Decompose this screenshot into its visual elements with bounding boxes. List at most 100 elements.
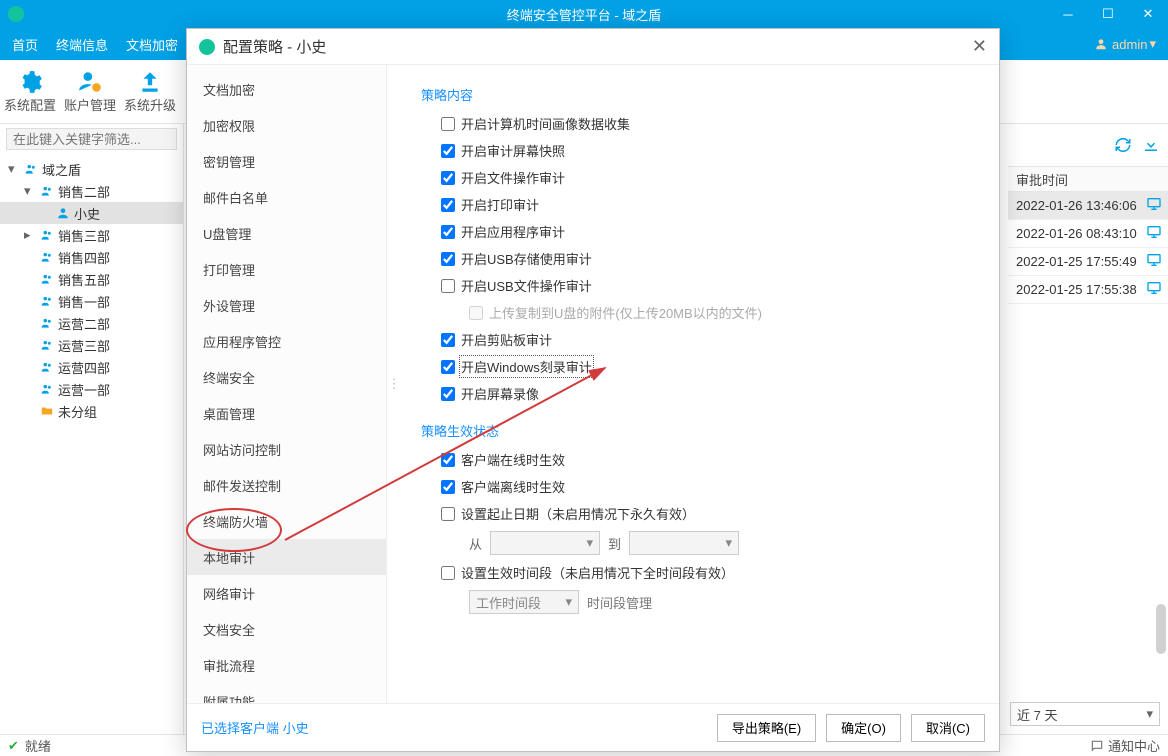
policy-checkbox[interactable]: 开启文件操作审计 xyxy=(441,168,979,187)
app-logo xyxy=(8,6,24,22)
date-from-select[interactable]: ▾ xyxy=(490,531,600,555)
monitor-icon[interactable] xyxy=(1146,280,1162,299)
dialog-logo xyxy=(199,39,215,55)
selected-client-label: 已选择客户端 小史 xyxy=(201,718,309,737)
policy-checkbox: 上传复制到U盘的附件(仅上传20MB以内的文件) xyxy=(469,303,979,322)
policy-checkbox[interactable]: 开启屏幕录像 xyxy=(441,384,979,403)
table-row[interactable]: 2022-01-25 17:55:49 xyxy=(1008,248,1168,276)
policy-checkbox[interactable]: 开启USB存储使用审计 xyxy=(441,249,979,268)
section-policy-content: 策略内容 xyxy=(421,85,979,104)
maximize-button[interactable]: ☐ xyxy=(1088,0,1128,28)
category-item[interactable]: 打印管理 xyxy=(187,251,386,287)
minimize-button[interactable]: ─ xyxy=(1048,0,1088,28)
close-button[interactable]: ✕ xyxy=(1128,0,1168,28)
org-tree[interactable]: ▾域之盾▾销售二部小史▸销售三部销售四部销售五部销售一部运营二部运营三部运营四部… xyxy=(0,154,183,734)
policy-checkbox[interactable]: 开启应用程序审计 xyxy=(441,222,979,241)
category-item[interactable]: 邮件白名单 xyxy=(187,179,386,215)
tool-system-config[interactable]: 系统配置 xyxy=(0,60,60,123)
status-text: 就绪 xyxy=(25,736,51,755)
monitor-icon[interactable] xyxy=(1146,196,1162,215)
user-icon xyxy=(1094,37,1108,51)
category-item[interactable]: 网络审计 xyxy=(187,575,386,611)
category-item[interactable]: 网站访问控制 xyxy=(187,431,386,467)
policy-config-dialog: 配置策略 - 小史 ✕ 文档加密加密权限密钥管理邮件白名单U盘管理打印管理外设管… xyxy=(186,28,1000,752)
tree-node[interactable]: 运营四部 xyxy=(0,356,183,378)
tree-node[interactable]: 运营二部 xyxy=(0,312,183,334)
user-gear-icon xyxy=(77,69,103,95)
tree-node[interactable]: 销售五部 xyxy=(0,268,183,290)
dialog-titlebar: 配置策略 - 小史 ✕ xyxy=(187,29,999,65)
export-policy-button[interactable]: 导出策略(E) xyxy=(717,714,816,742)
category-item[interactable]: 终端安全 xyxy=(187,359,386,395)
tree-filter-input[interactable] xyxy=(6,128,177,150)
policy-checkbox[interactable]: 设置生效时间段（未启用情况下全时间段有效） xyxy=(441,563,979,582)
category-item[interactable]: 密钥管理 xyxy=(187,143,386,179)
policy-checkbox[interactable]: 开启审计屏幕快照 xyxy=(441,141,979,160)
category-item[interactable]: 邮件发送控制 xyxy=(187,467,386,503)
date-to-select[interactable]: ▾ xyxy=(629,531,739,555)
table-row[interactable]: 2022-01-26 13:46:06 xyxy=(1008,192,1168,220)
scrollbar[interactable] xyxy=(1156,604,1166,654)
category-item[interactable]: 文档安全 xyxy=(187,611,386,647)
download-icon[interactable] xyxy=(1142,136,1160,157)
tree-node[interactable]: 未分组 xyxy=(0,400,183,422)
refresh-icon[interactable] xyxy=(1114,136,1132,157)
policy-checkbox[interactable]: 开启打印审计 xyxy=(441,195,979,214)
tree-node[interactable]: 销售四部 xyxy=(0,246,183,268)
policy-checkbox[interactable]: 开启USB文件操作审计 xyxy=(441,276,979,295)
cancel-button[interactable]: 取消(C) xyxy=(911,714,985,742)
table-row[interactable]: 2022-01-26 08:43:10 xyxy=(1008,220,1168,248)
category-item[interactable]: 终端防火墙 xyxy=(187,503,386,539)
drag-handle-icon[interactable]: ⋮ xyxy=(387,65,401,703)
sidebar: ▾域之盾▾销售二部小史▸销售三部销售四部销售五部销售一部运营二部运营三部运营四部… xyxy=(0,124,184,734)
category-item[interactable]: 本地审计 xyxy=(187,539,386,575)
chevron-down-icon: ▾ xyxy=(1149,36,1156,52)
admin-account[interactable]: admin ▾ xyxy=(1094,36,1156,52)
work-period-select[interactable]: 工作时间段▾ xyxy=(469,590,579,614)
check-icon: ✔ xyxy=(8,738,19,754)
category-item[interactable]: 加密权限 xyxy=(187,107,386,143)
menu-doc-encrypt[interactable]: 文档加密 xyxy=(126,35,178,54)
policy-checkbox[interactable]: 开启剪贴板审计 xyxy=(441,330,979,349)
monitor-icon[interactable] xyxy=(1146,252,1162,271)
tree-node[interactable]: ▸销售三部 xyxy=(0,224,183,246)
tree-node[interactable]: ▾销售二部 xyxy=(0,180,183,202)
table-row[interactable]: 2022-01-25 17:55:38 xyxy=(1008,276,1168,304)
category-item[interactable]: 附属功能 xyxy=(187,683,386,703)
policy-checkbox[interactable]: 客户端在线时生效 xyxy=(441,450,979,469)
tree-node[interactable]: 运营一部 xyxy=(0,378,183,400)
menu-home[interactable]: 首页 xyxy=(12,35,38,54)
tree-node[interactable]: 销售一部 xyxy=(0,290,183,312)
tool-system-upgrade[interactable]: 系统升级 xyxy=(120,60,180,123)
table-header-approval-time[interactable]: 审批时间 xyxy=(1008,166,1168,192)
tree-node[interactable]: 运营三部 xyxy=(0,334,183,356)
category-item[interactable]: 外设管理 xyxy=(187,287,386,323)
period-manage-link[interactable]: 时间段管理 xyxy=(587,593,652,612)
dialog-close-button[interactable]: ✕ xyxy=(972,36,987,57)
ok-button[interactable]: 确定(O) xyxy=(826,714,901,742)
label-from: 从 xyxy=(469,534,482,553)
category-item[interactable]: 桌面管理 xyxy=(187,395,386,431)
notification-center[interactable]: 通知中心 xyxy=(1090,736,1160,755)
category-item[interactable]: 文档加密 xyxy=(187,71,386,107)
monitor-icon[interactable] xyxy=(1146,224,1162,243)
tree-node[interactable]: 小史 xyxy=(0,202,183,224)
dialog-title: 配置策略 - 小史 xyxy=(223,36,326,57)
tool-account-mgmt[interactable]: 账户管理 xyxy=(60,60,120,123)
date-range-select[interactable]: 近 7 天▾ xyxy=(1010,702,1160,726)
category-item[interactable]: U盘管理 xyxy=(187,215,386,251)
category-list[interactable]: 文档加密加密权限密钥管理邮件白名单U盘管理打印管理外设管理应用程序管控终端安全桌… xyxy=(187,65,387,703)
policy-checkbox[interactable]: 客户端离线时生效 xyxy=(441,477,979,496)
label-to: 到 xyxy=(608,534,621,553)
policy-checkbox[interactable]: 设置起止日期（未启用情况下永久有效） xyxy=(441,504,979,523)
chat-icon xyxy=(1090,739,1104,753)
menu-terminal-info[interactable]: 终端信息 xyxy=(56,35,108,54)
tree-node[interactable]: ▾域之盾 xyxy=(0,158,183,180)
section-policy-status: 策略生效状态 xyxy=(421,421,979,440)
policy-checkbox[interactable]: 开启Windows刻录审计 xyxy=(441,357,979,376)
category-item[interactable]: 审批流程 xyxy=(187,647,386,683)
app-title: 终端安全管控平台 - 域之盾 xyxy=(507,5,662,24)
policy-checkbox[interactable]: 开启计算机时间画像数据收集 xyxy=(441,114,979,133)
category-item[interactable]: 应用程序管控 xyxy=(187,323,386,359)
titlebar: 终端安全管控平台 - 域之盾 ─ ☐ ✕ xyxy=(0,0,1168,28)
